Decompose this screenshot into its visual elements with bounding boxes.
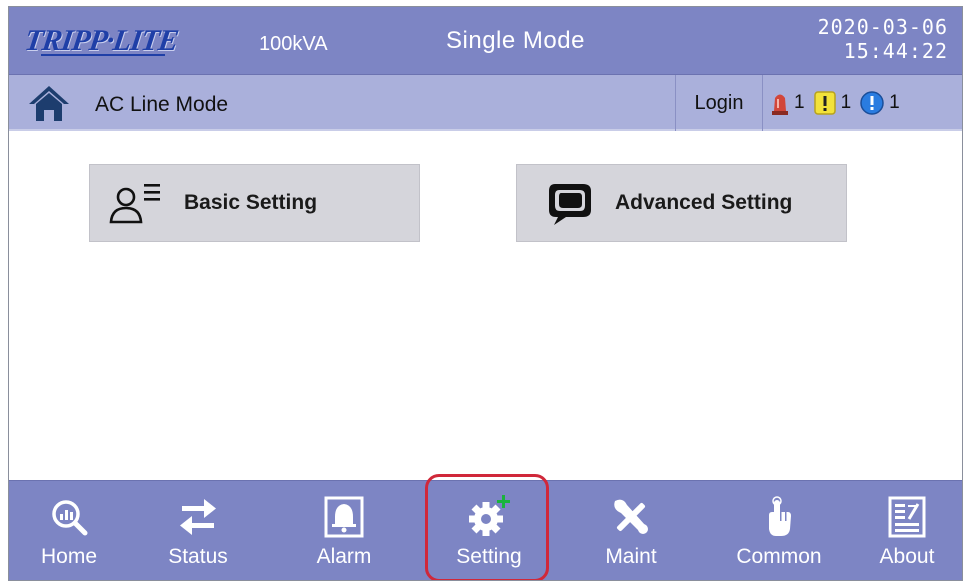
nav-status[interactable]: Status bbox=[158, 481, 238, 580]
nav-common[interactable]: Common bbox=[727, 481, 831, 580]
nav-status-label: Status bbox=[168, 545, 228, 568]
user-list-icon bbox=[109, 184, 160, 224]
nav-about[interactable]: About bbox=[865, 481, 949, 580]
settings-content: Basic Setting Advanced Setting bbox=[9, 133, 962, 479]
login-label: Login bbox=[694, 91, 744, 114]
basic-setting-button[interactable]: Basic Setting bbox=[89, 164, 420, 242]
nav-common-label: Common bbox=[736, 545, 822, 568]
exclamation-icon bbox=[813, 91, 836, 115]
bottom-navigation: Home Status Alarm Setting Maint Common A… bbox=[9, 474, 962, 580]
siren-icon bbox=[772, 94, 788, 115]
datetime-display: 2020-03-06 15:44:22 bbox=[818, 15, 948, 63]
nav-maint[interactable]: Maint bbox=[591, 481, 671, 580]
info-alarm-count: 1 bbox=[889, 92, 900, 113]
operating-mode-label: Single Mode bbox=[446, 27, 585, 54]
date-text: 2020-03-06 bbox=[817, 15, 948, 39]
hand-pointer-icon bbox=[769, 496, 791, 536]
alarm-counters[interactable]: 1 1 1 bbox=[771, 90, 909, 116]
document-icon bbox=[888, 496, 926, 538]
header-bar: TRIPP·LITE 100kVA Single Mode 2020-03-06… bbox=[9, 7, 962, 75]
info-alarm-counter[interactable]: 1 bbox=[860, 91, 900, 115]
magnifier-chart-icon bbox=[52, 500, 88, 536]
time-text: 15:44:22 bbox=[843, 39, 948, 63]
capacity-label: 100kVA bbox=[259, 33, 328, 55]
status-bar: AC Line Mode Login 1 1 1 bbox=[9, 75, 962, 131]
tools-icon bbox=[614, 499, 648, 534]
critical-alarm-counter[interactable]: 1 bbox=[771, 90, 805, 116]
warning-alarm-count: 1 bbox=[840, 92, 852, 113]
advanced-setting-button[interactable]: Advanced Setting bbox=[516, 164, 847, 242]
nav-home[interactable]: Home bbox=[30, 481, 108, 580]
speech-bubble-icon bbox=[549, 184, 591, 225]
line-mode-label: AC Line Mode bbox=[95, 93, 229, 116]
nav-alarm[interactable]: Alarm bbox=[304, 481, 384, 580]
ups-touch-screen: TRIPP·LITE 100kVA Single Mode 2020-03-06… bbox=[8, 6, 963, 581]
nav-alarm-label: Alarm bbox=[316, 545, 372, 568]
house-icon[interactable] bbox=[27, 83, 71, 123]
logo-underline bbox=[41, 54, 165, 56]
tripp-lite-logo: TRIPP·LITE bbox=[23, 21, 180, 61]
critical-alarm-count: 1 bbox=[794, 92, 805, 113]
bell-icon bbox=[324, 496, 364, 538]
basic-setting-label: Basic Setting bbox=[184, 191, 318, 214]
nav-about-label: About bbox=[879, 545, 935, 568]
logo-text: TRIPP·LITE bbox=[22, 24, 180, 57]
selected-tab-highlight bbox=[425, 474, 549, 580]
info-icon bbox=[860, 91, 884, 115]
nav-home-label: Home bbox=[40, 545, 98, 568]
warning-alarm-counter[interactable]: 1 bbox=[813, 91, 852, 115]
login-button[interactable]: Login bbox=[675, 75, 763, 131]
swap-arrows-icon bbox=[180, 499, 216, 535]
nav-maint-label: Maint bbox=[605, 545, 657, 568]
advanced-setting-label: Advanced Setting bbox=[615, 191, 793, 214]
